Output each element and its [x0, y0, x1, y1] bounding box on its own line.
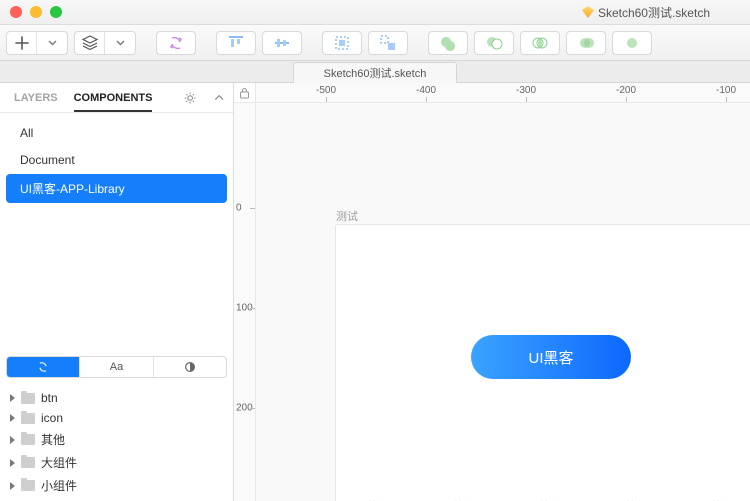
align-middle-button[interactable]	[262, 31, 302, 55]
folder-row[interactable]: 其他	[0, 428, 233, 451]
canvas[interactable]: 测试 UI黑客 热门 热门 热门 热门 热门	[256, 103, 750, 501]
boolean-difference-button[interactable]	[566, 31, 606, 55]
ruler-tick: -300	[516, 85, 536, 96]
zoom-window-button[interactable]	[50, 6, 62, 18]
window-titlebar: Sketch60测试.sketch	[0, 0, 750, 25]
folder-label: icon	[41, 411, 63, 425]
tab-components[interactable]: COMPONENTS	[74, 92, 153, 112]
folder-row[interactable]: btn	[0, 388, 233, 408]
gear-icon[interactable]	[184, 91, 196, 105]
component-tree: btn icon 其他 大组件 小组件	[0, 384, 233, 501]
folder-row[interactable]: icon	[0, 408, 233, 428]
align-top-button[interactable]	[216, 31, 256, 55]
ruler-tick: -500	[316, 85, 336, 96]
collapse-icon[interactable]	[213, 91, 225, 105]
chevron-down-icon	[48, 40, 57, 46]
document-tab[interactable]: Sketch60测试.sketch	[293, 62, 458, 83]
folder-label: 大组件	[41, 454, 77, 471]
group-button[interactable]	[322, 31, 362, 55]
artboard-label[interactable]: 测试	[336, 208, 358, 224]
canvas-area: -500 -400 -300 -200 -100 0 100 200 测试 UI…	[234, 83, 750, 501]
ruler-vertical[interactable]: 0 100 200	[234, 103, 256, 501]
primary-button-symbol[interactable]: UI黑客	[471, 335, 631, 379]
flatten-button[interactable]	[612, 31, 652, 55]
sync-tool-button[interactable]	[156, 31, 196, 55]
boolean-intersect-button[interactable]	[520, 31, 560, 55]
ungroup-button[interactable]	[368, 31, 408, 55]
folder-icon	[21, 393, 35, 404]
toolbar	[0, 25, 750, 61]
document-tabs: Sketch60测试.sketch	[0, 61, 750, 83]
ruler-tick: 0	[236, 203, 242, 214]
segment-layer-styles[interactable]	[153, 357, 226, 377]
boolean-subtract-button[interactable]	[474, 31, 514, 55]
ruler-horizontal[interactable]: -500 -400 -300 -200 -100	[256, 83, 750, 103]
tab-layers[interactable]: LAYERS	[14, 92, 58, 104]
document-title: Sketch60测试.sketch	[582, 4, 710, 21]
folder-label: 小组件	[41, 477, 77, 494]
library-filter-list: All Document UI黑客-APP-Library	[0, 113, 233, 210]
segment-symbols[interactable]	[7, 357, 79, 377]
filter-library[interactable]: UI黑客-APP-Library	[6, 174, 227, 203]
sketch-file-icon	[582, 6, 594, 18]
filter-document[interactable]: Document	[6, 147, 227, 173]
left-sidebar: LAYERS COMPONENTS All Document UI黑客-APP-…	[0, 83, 234, 501]
folder-row[interactable]: 小组件	[0, 474, 233, 497]
folder-row[interactable]: 大组件	[0, 451, 233, 474]
layers-tool-button[interactable]	[74, 31, 136, 55]
window-controls	[10, 6, 62, 18]
filter-all[interactable]: All	[6, 120, 227, 146]
ruler-origin-lock[interactable]	[234, 83, 256, 103]
component-type-segment[interactable]: Aa	[6, 356, 227, 378]
insert-tool-button[interactable]	[6, 31, 68, 55]
minimize-window-button[interactable]	[30, 6, 42, 18]
folder-label: btn	[41, 391, 58, 405]
boolean-union-button[interactable]	[428, 31, 468, 55]
folder-label: 其他	[41, 431, 65, 448]
close-window-button[interactable]	[10, 6, 22, 18]
artboard[interactable]: UI黑客 热门 热门 热门 热门 热门	[336, 225, 750, 501]
ruler-tick: -400	[416, 85, 436, 96]
segment-text-styles[interactable]: Aa	[79, 357, 152, 377]
ruler-tick: -200	[616, 85, 636, 96]
ruler-tick: -100	[716, 85, 736, 96]
caret-icon	[10, 394, 15, 402]
title-text: Sketch60测试.sketch	[598, 4, 710, 21]
lock-icon	[239, 87, 250, 99]
